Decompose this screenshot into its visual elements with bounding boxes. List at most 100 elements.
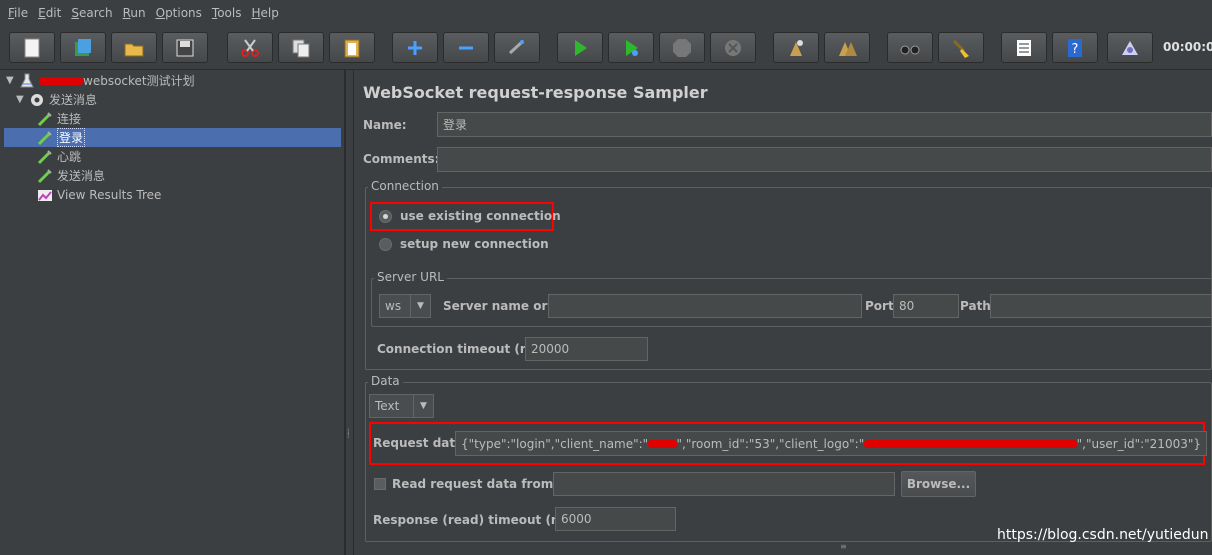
collapse-arrow-icon[interactable]: ▼	[16, 94, 28, 105]
save-button[interactable]	[162, 32, 208, 63]
svg-text:?: ?	[1072, 42, 1079, 57]
tree-node-test-plan[interactable]: ▼ websocket测试计划	[6, 71, 195, 90]
help-button[interactable]: ?	[1052, 32, 1098, 63]
menu-run[interactable]: Run	[119, 6, 150, 20]
start-no-pause-button[interactable]	[608, 32, 654, 63]
templates-button[interactable]	[60, 32, 106, 63]
response-timeout-value: 6000	[561, 512, 592, 526]
toggle-button[interactable]	[494, 32, 540, 63]
menu-tools-label: ools	[217, 6, 242, 20]
paste-button[interactable]	[329, 32, 375, 63]
radio-selected-icon	[379, 209, 392, 223]
tree-node-sampler[interactable]: 发送消息	[36, 166, 105, 185]
read-from-file-checkbox[interactable]	[374, 478, 386, 490]
clear-all-icon	[839, 41, 857, 56]
connection-timeout-field[interactable]: 20000	[525, 337, 648, 361]
use-existing-label: use existing connection	[400, 209, 561, 223]
start-button[interactable]	[557, 32, 603, 63]
remote-button[interactable]	[1107, 32, 1153, 63]
tree-node-thread-group[interactable]: ▼ 发送消息	[16, 90, 97, 109]
copy-button[interactable]	[278, 32, 324, 63]
test-plan-tree: ▼ websocket测试计划 ▼ 发送消息 连接 登录 心跳 发送消息 Vie…	[0, 70, 345, 555]
search-button[interactable]	[887, 32, 933, 63]
sampler-label: 登录	[57, 128, 86, 147]
collapse-button[interactable]	[443, 32, 489, 63]
open-button[interactable]	[111, 32, 157, 63]
menu-file[interactable]: File	[4, 6, 32, 20]
toolbar: ? 00:00:00	[0, 26, 1212, 70]
port-field[interactable]: 80	[893, 294, 959, 318]
new-icon	[24, 38, 40, 57]
data-type-select[interactable]: Text ▼	[369, 394, 434, 418]
bottom-grip-icon[interactable]: ≡	[840, 542, 847, 551]
response-timeout-label: Response (read) timeout (ms):	[373, 513, 581, 527]
name-label: Name:	[363, 118, 407, 132]
server-name-field[interactable]	[548, 294, 862, 318]
read-file-path-field[interactable]	[553, 472, 895, 496]
pipette-icon	[36, 111, 54, 127]
menu-search-label: earch	[78, 6, 113, 20]
response-timeout-field[interactable]: 6000	[555, 507, 676, 531]
menu-edit-mnemonic: E	[38, 6, 46, 20]
copy-icon	[292, 39, 310, 57]
reset-search-button[interactable]	[938, 32, 984, 63]
comments-field[interactable]	[437, 147, 1212, 172]
request-data-label: Request data:	[373, 436, 469, 450]
redaction-mark	[864, 439, 1077, 448]
name-field[interactable]: 登录	[437, 112, 1212, 137]
elapsed-timer: 00:00:00	[1163, 40, 1212, 54]
browse-button[interactable]: Browse...	[901, 471, 976, 497]
menu-help-mnemonic: H	[251, 6, 261, 20]
stop-button[interactable]	[659, 32, 705, 63]
request-data-value-mid: ","room_id":"53","client_logo":"	[676, 436, 865, 451]
clear-icon	[790, 39, 803, 56]
menu-help-label: elp	[260, 6, 279, 20]
menu-tools[interactable]: Tools	[208, 6, 246, 20]
request-data-field[interactable]: {"type":"login","client_name":" ","room_…	[455, 431, 1207, 456]
menu-edit[interactable]: Edit	[34, 6, 65, 20]
server-url-group-title: Server URL	[374, 270, 447, 284]
test-plan-icon	[18, 73, 36, 89]
sampler-panel: WebSocket request-response Sampler Name:…	[355, 70, 1212, 555]
templates-icon	[75, 38, 91, 56]
start-icon	[575, 39, 587, 56]
redaction-mark	[39, 76, 83, 85]
setup-new-connection-radio[interactable]: setup new connection	[379, 237, 549, 251]
function-helper-icon	[1017, 39, 1031, 56]
results-tree-icon	[36, 187, 54, 203]
menu-options[interactable]: Options	[152, 6, 206, 20]
expand-button[interactable]	[392, 32, 438, 63]
tree-node-listener[interactable]: View Results Tree	[36, 185, 161, 204]
collapse-arrow-icon[interactable]: ▼	[6, 75, 18, 86]
pane-splitter[interactable]: ⁞ ⁞	[345, 70, 354, 555]
sampler-label: 发送消息	[57, 169, 106, 183]
menu-search[interactable]: Search	[67, 6, 116, 20]
clear-all-button[interactable]	[824, 32, 870, 63]
pipette-icon	[36, 149, 54, 165]
expand-icon	[408, 40, 422, 55]
protocol-select[interactable]: ws ▼	[379, 294, 431, 318]
paste-icon	[344, 39, 360, 57]
function-helper-button[interactable]	[1001, 32, 1047, 63]
menu-help[interactable]: Help	[248, 6, 283, 20]
chevron-down-icon: ▼	[413, 395, 433, 417]
menu-file-label: ile	[14, 6, 29, 20]
tree-node-sampler[interactable]: 心跳	[36, 147, 81, 166]
new-button[interactable]	[9, 32, 55, 63]
path-field[interactable]	[990, 294, 1212, 318]
clear-button[interactable]	[773, 32, 819, 63]
thread-group-label: 发送消息	[49, 93, 98, 107]
shutdown-button[interactable]	[710, 32, 756, 63]
save-icon	[176, 39, 194, 56]
pipette-icon	[36, 130, 54, 146]
chevron-down-icon: ▼	[410, 295, 430, 317]
collapse-icon	[459, 46, 473, 49]
cut-button[interactable]	[227, 32, 273, 63]
listener-label: View Results Tree	[57, 187, 162, 202]
radio-unselected-icon	[379, 237, 392, 251]
connection-timeout-value: 20000	[531, 342, 570, 356]
use-existing-connection-radio[interactable]: use existing connection	[379, 209, 561, 223]
tree-node-sampler-selected[interactable]: 登录	[4, 128, 341, 147]
watermark-text: https://blog.csdn.net/yutiedun	[997, 527, 1209, 543]
tree-node-sampler[interactable]: 连接	[36, 109, 81, 128]
